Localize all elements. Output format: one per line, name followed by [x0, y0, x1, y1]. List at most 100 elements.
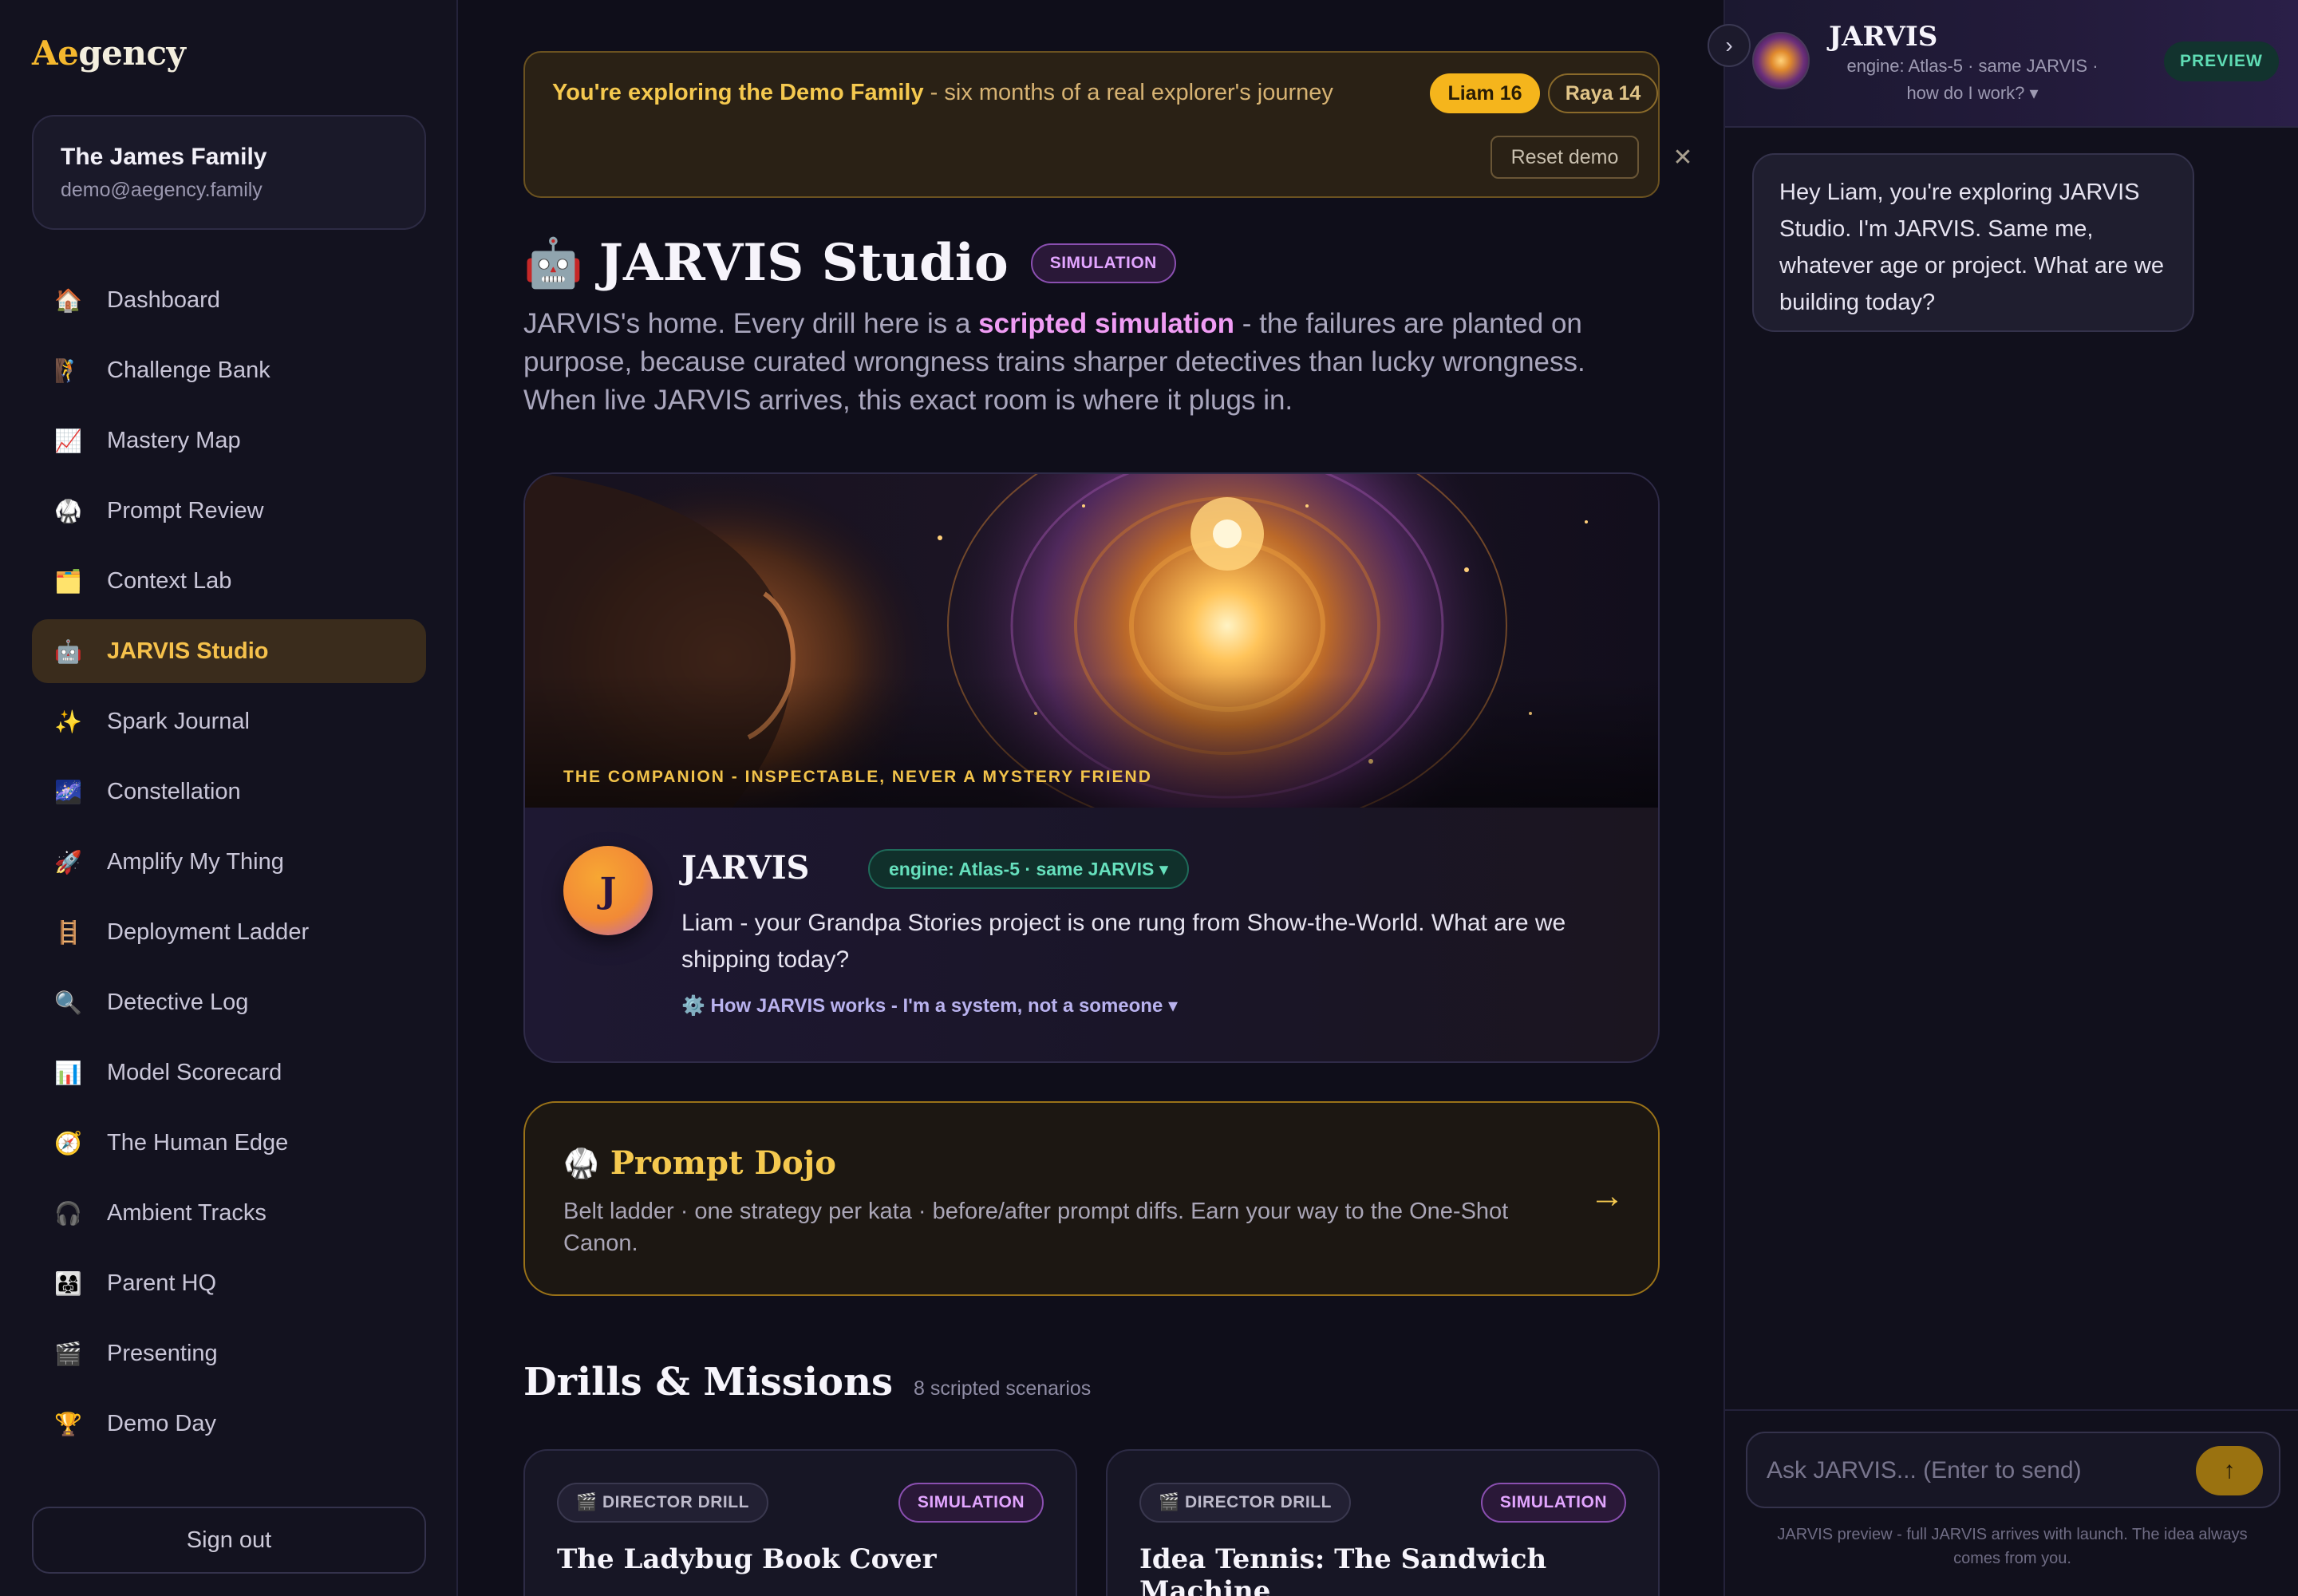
drill-title: Idea Tennis: The Sandwich Machine — [1139, 1543, 1547, 1596]
send-arrow-icon[interactable]: ↑ — [2196, 1446, 2263, 1495]
compass-icon: 🧭 — [54, 1130, 82, 1156]
folder-icon: 🗂️ — [54, 568, 82, 594]
main-content: You're exploring the Demo Family - six m… — [460, 0, 1724, 1596]
sidebar-item-constellation[interactable]: 🌌 Constellation — [32, 760, 426, 824]
aegency-logo[interactable]: Aegency — [32, 34, 186, 73]
drill-title: The Ladybug Book Cover — [557, 1543, 937, 1575]
sparkles-icon: ✨ — [54, 709, 82, 734]
sidebar-item-label: Ambient Tracks — [107, 1199, 267, 1226]
magnifier-icon: 🔍 — [54, 990, 82, 1015]
demo-banner-text: You're exploring the Demo Family - six m… — [552, 80, 1333, 106]
galaxy-icon: 🌌 — [54, 779, 82, 804]
sidebar-item-amplify-my-thing[interactable]: 🚀 Amplify My Thing — [32, 830, 426, 894]
engine-dropdown[interactable]: engine: Atlas-5 · same JARVIS ▾ — [868, 849, 1190, 889]
how-jarvis-works-toggle[interactable]: ⚙️ How JARVIS works - I'm a system, not … — [681, 994, 1178, 1017]
martial-arts-icon: 🥋 — [54, 498, 82, 523]
robot-icon: 🤖 — [523, 236, 583, 290]
divider — [1725, 1409, 2298, 1411]
sidebar-item-label: Spark Journal — [107, 708, 250, 734]
sidebar-item-demo-day[interactable]: 🏆 Demo Day — [32, 1392, 426, 1456]
logo-rest: gency — [78, 34, 186, 73]
simulation-badge: SIMULATION — [1480, 1483, 1626, 1523]
close-icon[interactable]: ✕ — [1661, 136, 1704, 179]
chat-message: Hey Liam, you're exploring JARVIS Studio… — [1752, 153, 2194, 332]
sidebar-item-label: Amplify My Thing — [107, 848, 284, 875]
sidebar-item-detective-log[interactable]: 🔍 Detective Log — [32, 970, 426, 1034]
climber-icon: 🧗 — [54, 358, 82, 383]
sidebar-item-label: Model Scorecard — [107, 1059, 282, 1085]
sidebar-item-label: JARVIS Studio — [107, 638, 269, 664]
sidebar-nav: 🏠 Dashboard 🧗 Challenge Bank 📈 Mastery Map 🥋 Pr… — [32, 268, 426, 1462]
sidebar-item-challenge-bank[interactable]: 🧗 Challenge Bank — [32, 338, 426, 402]
profile-pill-raya[interactable]: Raya 14 — [1548, 73, 1658, 113]
bar-chart-icon: 📊 — [54, 1060, 82, 1085]
sidebar-item-parent-hq[interactable]: 👨‍👩‍👧 Parent HQ — [32, 1251, 426, 1315]
sidebar-item-label: Demo Day — [107, 1410, 216, 1436]
family-card[interactable]: The James Family demo@aegency.family — [32, 115, 426, 230]
chat-footer-note: JARVIS preview - full JARVIS arrives wit… — [1777, 1526, 2248, 1567]
preview-badge: PREVIEW — [2164, 41, 2279, 81]
trophy-icon: 🏆 — [54, 1411, 82, 1436]
reset-demo-button[interactable]: Reset demo — [1491, 136, 1639, 179]
drill-type-tag: 🎬 DIRECTOR DRILL — [1139, 1483, 1351, 1523]
logo-accent: Ae — [32, 34, 79, 73]
house-icon: 🏠 — [54, 287, 82, 313]
chat-header: JARVIS engine: Atlas-5 · same JARVIS · h… — [1725, 0, 2298, 128]
demo-banner-rest: - six months of a real explorer's journe… — [923, 80, 1333, 105]
chevron-right-icon[interactable]: › — [1708, 24, 1751, 67]
dojo-description: Belt ladder · one strategy per kata · be… — [563, 1199, 1509, 1256]
page-intro: JARVIS's home. Every drill here is a scr… — [523, 305, 1664, 420]
sidebar-item-label: Challenge Bank — [107, 357, 270, 383]
engine-info-toggle[interactable]: engine: Atlas-5 · same JARVIS · how do I… — [1829, 53, 2116, 107]
sidebar-item-ambient-tracks[interactable]: 🎧 Ambient Tracks — [32, 1181, 426, 1245]
sidebar: Aegency The James Family demo@aegency.fa… — [0, 0, 458, 1596]
sidebar-item-label: Mastery Map — [107, 427, 241, 453]
prompt-dojo-card[interactable]: 🥋 Prompt Dojo Belt ladder · one strategy … — [523, 1101, 1660, 1296]
sidebar-item-label: Constellation — [107, 778, 241, 804]
drill-card[interactable]: 🎬 DIRECTOR DRILL SIMULATION The Ladybug … — [523, 1449, 1077, 1596]
sidebar-item-context-lab[interactable]: 🗂️ Context Lab — [32, 549, 426, 613]
sidebar-item-jarvis-studio[interactable]: 🤖 JARVIS Studio — [32, 619, 426, 683]
sidebar-item-label: Prompt Review — [107, 497, 264, 523]
sidebar-item-the-human-edge[interactable]: 🧭 The Human Edge — [32, 1111, 426, 1175]
simulation-badge: SIMULATION — [898, 1483, 1044, 1523]
sign-out-button[interactable]: Sign out — [32, 1507, 426, 1574]
rocket-icon: 🚀 — [54, 849, 82, 875]
sidebar-item-label: Dashboard — [107, 286, 220, 313]
sidebar-item-label: Parent HQ — [107, 1270, 216, 1296]
intro-text: JARVIS's home. Every drill here is a — [523, 308, 979, 339]
sidebar-item-presenting[interactable]: 🎬 Presenting — [32, 1321, 426, 1385]
dojo-title-text: Prompt Dojo — [610, 1144, 836, 1182]
martial-arts-icon: 🥋 — [563, 1146, 599, 1180]
hero-illustration — [525, 474, 1658, 808]
jarvis-name: JARVIS — [681, 849, 810, 887]
drills-count: 8 scripted scenarios — [913, 1377, 1092, 1400]
chart-up-icon: 📈 — [54, 428, 82, 453]
page-title-row: 🤖 JARVIS Studio SIMULATION — [523, 233, 1176, 293]
sidebar-item-label: Detective Log — [107, 989, 249, 1015]
sidebar-item-spark-journal[interactable]: ✨ Spark Journal — [32, 689, 426, 753]
sidebar-item-dashboard[interactable]: 🏠 Dashboard — [32, 268, 426, 332]
arrow-right-icon[interactable]: → — [1589, 1176, 1625, 1216]
sidebar-item-label: Presenting — [107, 1340, 218, 1366]
sidebar-item-mastery-map[interactable]: 📈 Mastery Map — [32, 409, 426, 472]
chat-input[interactable] — [1767, 1448, 2182, 1494]
jarvis-message: Liam - your Grandpa Stories project is o… — [681, 910, 1566, 973]
intro-highlight: scripted simulation — [978, 308, 1235, 339]
sidebar-item-deployment-ladder[interactable]: 🪜 Deployment Ladder — [32, 900, 426, 964]
jarvis-avatar: J — [563, 846, 653, 935]
drill-card[interactable]: 🎬 DIRECTOR DRILL SIMULATION Idea Tennis:… — [1106, 1449, 1660, 1596]
sidebar-item-label: The Human Edge — [107, 1129, 289, 1156]
page-title: JARVIS Studio — [598, 233, 1009, 293]
dojo-title: 🥋 Prompt Dojo — [563, 1144, 836, 1182]
profile-pill-liam[interactable]: Liam 16 — [1430, 73, 1540, 113]
drills-header: Drills & Missions 8 scripted scenarios — [523, 1360, 1091, 1404]
headphones-icon: 🎧 — [54, 1200, 82, 1226]
demo-banner: You're exploring the Demo Family - six m… — [523, 51, 1693, 198]
sidebar-item-label: Deployment Ladder — [107, 918, 310, 945]
demo-banner-bold: You're exploring the Demo Family — [552, 80, 924, 105]
simulation-badge: SIMULATION — [1030, 243, 1176, 283]
sidebar-item-model-scorecard[interactable]: 📊 Model Scorecard — [32, 1041, 426, 1104]
family-name: The James Family — [61, 144, 267, 170]
sidebar-item-prompt-review[interactable]: 🥋 Prompt Review — [32, 479, 426, 543]
